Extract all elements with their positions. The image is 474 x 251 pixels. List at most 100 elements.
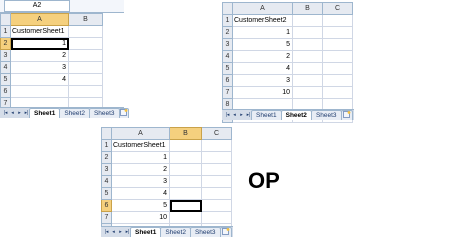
row-header-1[interactable]: 1 xyxy=(101,139,112,152)
insert-sheet-icon[interactable] xyxy=(219,227,232,237)
cell-b6[interactable] xyxy=(68,85,103,98)
column-header-a[interactable]: A xyxy=(10,13,69,26)
first-sheet-arrow-icon[interactable]: |◂ xyxy=(2,109,9,117)
row-header-1[interactable]: 1 xyxy=(0,25,11,38)
column-header-b[interactable]: B xyxy=(68,13,103,26)
cell-b4[interactable] xyxy=(169,175,202,188)
select-all-corner[interactable] xyxy=(222,2,233,15)
cell-c4[interactable] xyxy=(201,175,232,188)
cell-b7[interactable] xyxy=(169,211,202,224)
cell-b5[interactable] xyxy=(68,73,103,86)
select-all-corner[interactable] xyxy=(0,13,11,26)
column-header-b[interactable]: B xyxy=(169,127,202,140)
row-header-6[interactable]: 6 xyxy=(222,74,233,87)
row-header-4[interactable]: 4 xyxy=(222,50,233,63)
cell-b3[interactable] xyxy=(169,163,202,176)
row-header-7[interactable]: 7 xyxy=(101,211,112,224)
column-header-a[interactable]: A xyxy=(111,127,170,140)
cell-b6[interactable] xyxy=(292,74,323,87)
name-box[interactable]: A2 xyxy=(4,0,70,12)
cell-a3[interactable]: 2 xyxy=(111,163,170,176)
cell-a4[interactable]: 3 xyxy=(111,175,170,188)
cell-b1[interactable] xyxy=(68,25,103,38)
row-header-5[interactable]: 5 xyxy=(101,187,112,200)
tab-sheet2[interactable]: Sheet2 xyxy=(59,108,90,118)
cell-b4[interactable] xyxy=(68,61,103,74)
tab-sheet3[interactable]: Sheet3 xyxy=(88,108,120,118)
column-header-b[interactable]: B xyxy=(292,2,323,15)
cell-a2-selected[interactable]: 1 xyxy=(10,37,69,50)
cell-b4[interactable] xyxy=(292,50,323,63)
cell-b2[interactable] xyxy=(68,37,103,50)
row-header-5[interactable]: 5 xyxy=(222,62,233,75)
tab-sheet1[interactable]: Sheet1 xyxy=(130,227,162,237)
tab-sheet2[interactable]: Sheet2 xyxy=(280,110,312,120)
cell-b2[interactable] xyxy=(169,151,202,164)
cell-c2[interactable] xyxy=(322,26,353,39)
cell-c1[interactable] xyxy=(201,139,232,152)
row-header-3[interactable]: 3 xyxy=(0,49,11,62)
cell-c6[interactable] xyxy=(201,199,232,212)
prev-sheet-arrow-icon[interactable]: ◂ xyxy=(231,111,238,119)
tab-sheet1[interactable]: Sheet1 xyxy=(251,110,282,120)
column-header-c[interactable]: C xyxy=(322,2,353,15)
cell-a6[interactable]: 3 xyxy=(232,74,293,87)
row-header-2[interactable]: 2 xyxy=(101,151,112,164)
row-header-7[interactable]: 7 xyxy=(222,86,233,99)
row-header-6[interactable]: 6 xyxy=(0,85,11,98)
prev-sheet-arrow-icon[interactable]: ◂ xyxy=(9,109,16,117)
cell-b7[interactable] xyxy=(292,86,323,99)
cell-a4[interactable]: 3 xyxy=(10,61,69,74)
first-sheet-arrow-icon[interactable]: |◂ xyxy=(224,111,231,119)
row-header-1[interactable]: 1 xyxy=(222,14,233,27)
cell-b2[interactable] xyxy=(292,26,323,39)
insert-sheet-icon[interactable] xyxy=(340,110,353,120)
cell-a3[interactable]: 2 xyxy=(10,49,69,62)
cell-a7[interactable]: 10 xyxy=(111,211,170,224)
cell-a3[interactable]: 5 xyxy=(232,38,293,51)
cell-a2[interactable]: 1 xyxy=(111,151,170,164)
cell-c2[interactable] xyxy=(201,151,232,164)
next-sheet-arrow-icon[interactable]: ▸ xyxy=(238,111,245,119)
row-header-2[interactable]: 2 xyxy=(222,26,233,39)
column-header-a[interactable]: A xyxy=(232,2,293,15)
tab-sheet1[interactable]: Sheet1 xyxy=(29,108,61,118)
cell-c3[interactable] xyxy=(322,38,353,51)
row-header-2[interactable]: 2 xyxy=(0,37,11,50)
row-header-4[interactable]: 4 xyxy=(101,175,112,188)
first-sheet-arrow-icon[interactable]: |◂ xyxy=(103,228,110,236)
cell-b5[interactable] xyxy=(292,62,323,75)
tab-sheet2[interactable]: Sheet2 xyxy=(160,227,191,237)
cell-a1[interactable]: CustomerSheet2 xyxy=(232,14,293,27)
next-sheet-arrow-icon[interactable]: ▸ xyxy=(16,109,23,117)
cell-a5[interactable]: 4 xyxy=(10,73,69,86)
cell-b3[interactable] xyxy=(292,38,323,51)
cell-c1[interactable] xyxy=(322,14,353,27)
row-header-3[interactable]: 3 xyxy=(222,38,233,51)
row-header-3[interactable]: 3 xyxy=(101,163,112,176)
prev-sheet-arrow-icon[interactable]: ◂ xyxy=(110,228,117,236)
insert-sheet-icon[interactable] xyxy=(118,108,129,118)
tab-sheet3[interactable]: Sheet3 xyxy=(310,110,342,120)
cell-a5[interactable]: 4 xyxy=(111,187,170,200)
cell-c3[interactable] xyxy=(201,163,232,176)
cell-a1[interactable]: CustomerSheet1 xyxy=(10,25,69,38)
cell-c4[interactable] xyxy=(322,50,353,63)
row-header-5[interactable]: 5 xyxy=(0,73,11,86)
cell-c5[interactable] xyxy=(322,62,353,75)
cell-b6-selected[interactable] xyxy=(169,199,202,212)
cell-b3[interactable] xyxy=(68,49,103,62)
cell-b1[interactable] xyxy=(169,139,202,152)
column-header-c[interactable]: C xyxy=(201,127,232,140)
next-sheet-arrow-icon[interactable]: ▸ xyxy=(117,228,124,236)
cell-a5[interactable]: 4 xyxy=(232,62,293,75)
cell-c7[interactable] xyxy=(201,211,232,224)
cell-a2[interactable]: 1 xyxy=(232,26,293,39)
cell-b5[interactable] xyxy=(169,187,202,200)
cell-c5[interactable] xyxy=(201,187,232,200)
cell-a6[interactable]: 5 xyxy=(111,199,170,212)
cell-b1[interactable] xyxy=(292,14,323,27)
cell-a4[interactable]: 2 xyxy=(232,50,293,63)
cell-c7[interactable] xyxy=(322,86,353,99)
cell-a6[interactable] xyxy=(10,85,69,98)
